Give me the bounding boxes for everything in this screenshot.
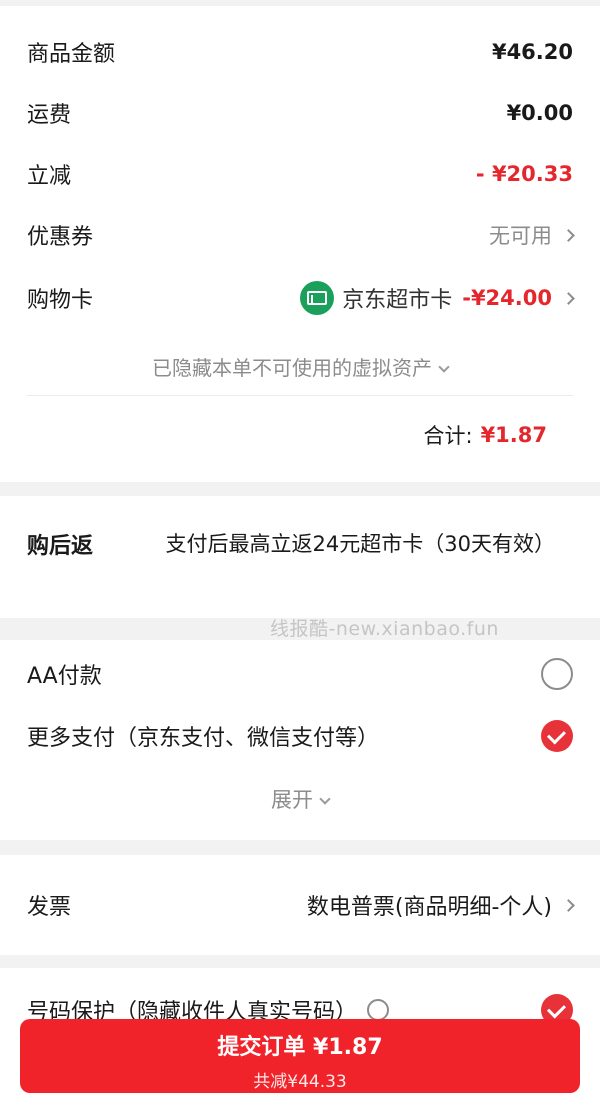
- invoice-value: 数电普票(商品明细-个人): [306, 895, 552, 920]
- submit-order-button[interactable]: 提交订单 ¥1.87 共减¥44.33: [20, 1019, 580, 1093]
- gift-card-icon: [300, 281, 335, 315]
- gift-card-row[interactable]: 购物卡 京东超市卡 -¥24.00: [27, 281, 575, 315]
- shipping-label: 运费: [27, 103, 72, 128]
- submit-order-label: 提交订单 ¥1.87: [217, 1035, 383, 1060]
- divider: [27, 395, 573, 396]
- invoice-card: 发票 数电普票(商品明细-个人): [0, 855, 600, 955]
- chevron-down-icon: [438, 361, 450, 373]
- gift-card-value: -¥24.00: [462, 286, 552, 310]
- payment-card: AA付款 更多支付（京东支付、微信支付等） 展开: [0, 640, 600, 840]
- goods-amount-label: 商品金额: [27, 42, 116, 67]
- shipping-value: ¥0.00: [506, 101, 573, 125]
- gift-card-label: 购物卡: [27, 288, 94, 313]
- total-savings-label: 共减¥44.33: [253, 1072, 347, 1092]
- discount-row: 立减 - ¥20.33: [27, 158, 573, 190]
- total-label: 合计:: [423, 424, 473, 448]
- chevron-right-icon: [562, 898, 575, 912]
- price-breakdown-card: 商品金额 ¥46.20 运费 ¥0.00 立减 - ¥20.33 优惠券 无可用…: [0, 6, 600, 482]
- hidden-assets-toggle[interactable]: 已隐藏本单不可使用的虚拟资产: [0, 352, 600, 381]
- coupon-label: 优惠券: [27, 225, 94, 250]
- goods-amount-row: 商品金额 ¥46.20: [27, 36, 573, 68]
- aa-payment-label: AA付款: [27, 664, 102, 689]
- shipping-row: 运费 ¥0.00: [27, 97, 573, 129]
- cashback-label: 购后返: [27, 534, 94, 559]
- gift-card-name: 京东超市卡: [342, 288, 453, 313]
- chevron-right-icon: [562, 228, 575, 242]
- discount-label: 立减: [27, 164, 72, 189]
- checkmark-icon[interactable]: [541, 720, 573, 752]
- goods-amount-value: ¥46.20: [491, 40, 573, 64]
- expand-toggle[interactable]: 展开: [0, 784, 600, 814]
- aa-payment-option[interactable]: AA付款: [27, 658, 573, 690]
- more-payment-option[interactable]: 更多支付（京东支付、微信支付等）: [27, 720, 573, 752]
- info-icon[interactable]: [367, 999, 390, 1021]
- discount-value: - ¥20.33: [475, 162, 573, 186]
- total-value: ¥1.87: [480, 423, 547, 447]
- invoice-row[interactable]: 发票 数电普票(商品明细-个人): [27, 889, 575, 921]
- coupon-row[interactable]: 优惠券 无可用: [27, 219, 575, 251]
- chevron-down-icon: [319, 793, 331, 805]
- watermark: 线报酷-new.xianbao.fun: [270, 618, 499, 640]
- more-payment-label: 更多支付（京东支付、微信支付等）: [27, 726, 380, 751]
- hidden-assets-text: 已隐藏本单不可使用的虚拟资产: [152, 356, 432, 380]
- expand-label: 展开: [271, 788, 313, 812]
- cashback-card: 购后返 支付后最高立返24元超市卡（30天有效）: [0, 496, 600, 618]
- coupon-value: 无可用: [489, 224, 552, 248]
- cashback-text: 支付后最高立返24元超市卡（30天有效）: [165, 532, 555, 556]
- chevron-right-icon: [562, 291, 575, 305]
- total-row: 合计: ¥1.87: [423, 420, 547, 450]
- invoice-label: 发票: [27, 895, 72, 920]
- aa-payment-radio[interactable]: [541, 658, 573, 690]
